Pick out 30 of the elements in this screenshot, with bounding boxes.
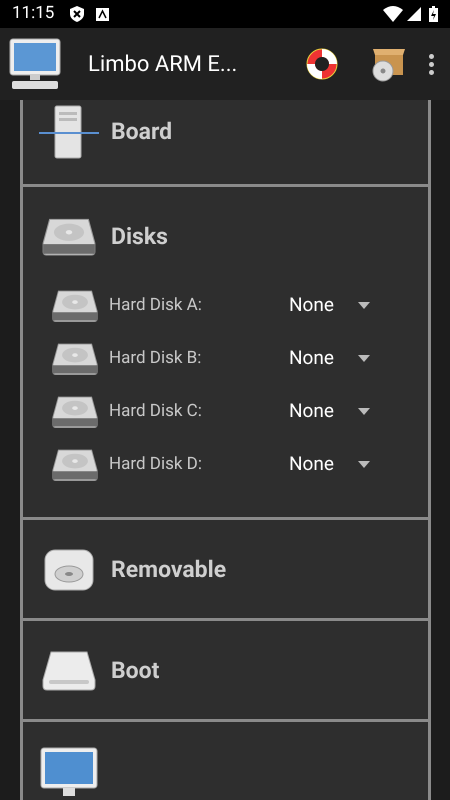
dropdown-arrow-icon (358, 302, 370, 309)
wifi-icon (383, 6, 403, 22)
signal-icon (407, 7, 421, 21)
app-title: Limbo ARM E... (88, 50, 238, 78)
dropdown-arrow-icon (358, 461, 370, 468)
battery-icon (429, 6, 438, 22)
disk-label: Hard Disk D: (109, 452, 203, 476)
disk-label: Hard Disk A: (109, 294, 203, 317)
settings-section[interactable]: Board (20, 100, 431, 187)
disk-label: Hard Disk B: (109, 346, 202, 370)
settings-section[interactable]: Removable (20, 520, 431, 621)
section-title: Disks (111, 222, 168, 252)
disk-dropdown[interactable]: None (289, 450, 370, 479)
settings-section[interactable] (20, 722, 431, 800)
disk-dropdown[interactable]: None (289, 344, 370, 373)
status-time: 11:15 (12, 2, 54, 26)
disk-label: Hard Disk C: (109, 400, 203, 423)
disk-dropdown[interactable]: None (289, 291, 370, 320)
disk-dropdown[interactable]: None (289, 397, 370, 426)
settings-section[interactable]: Disks Hard Disk A: None Hard Disk B: None Hard Disk C: None Hard Disk D: None (20, 187, 431, 520)
section-title: Boot (111, 656, 160, 686)
section-title: Board (111, 116, 172, 147)
dropdown-arrow-icon (358, 355, 370, 362)
computer-case-icon (39, 104, 99, 160)
monitor-icon (39, 746, 99, 798)
drive-icon (41, 650, 97, 692)
shield-icon (70, 6, 84, 22)
section-title: Removable (111, 554, 226, 585)
dropdown-arrow-icon (358, 408, 370, 415)
settings-section[interactable]: Boot (20, 621, 431, 722)
